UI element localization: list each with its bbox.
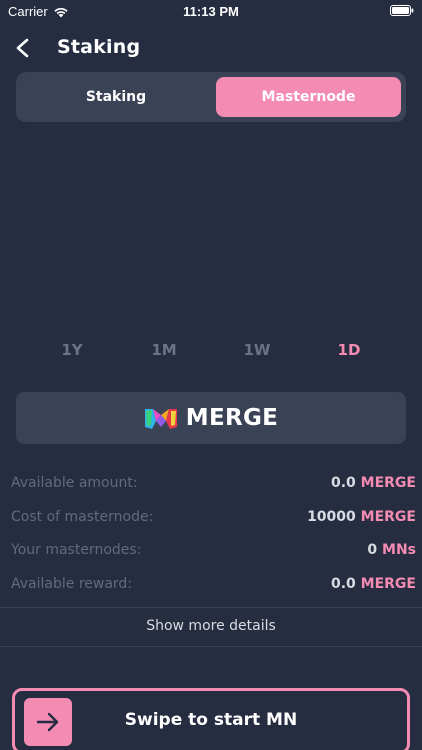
detail-amount: 0 [367,542,378,558]
segmented-control: Staking Masternode [16,72,406,122]
detail-unit: MERGE [360,509,416,525]
detail-value: 0 MNs [367,542,416,558]
range-1d[interactable]: 1D [329,341,369,359]
merge-logo-icon [144,409,177,429]
detail-unit: MERGE [360,475,416,491]
tab-staking[interactable]: Staking [22,77,210,117]
detail-row: Your masternodes: 0 MNs [0,540,422,564]
range-selector: 1Y 1M 1W 1D [0,341,422,365]
detail-value: 10000 MERGE [307,509,416,525]
detail-label: Cost of masternode: [11,509,154,525]
divider [0,646,422,647]
range-1w[interactable]: 1W [237,341,277,359]
swipe-label: Swipe to start MN [124,710,298,730]
chevron-left-icon[interactable] [14,38,32,58]
page-title: Staking [57,36,141,58]
range-1y[interactable]: 1Y [52,341,92,359]
range-1m[interactable]: 1M [144,341,184,359]
token-card[interactable]: MERGE [16,392,406,444]
detail-label: Available reward: [11,576,133,592]
detail-row: Available reward: 0.0 MERGE [0,574,422,598]
detail-amount: 0.0 [330,475,356,491]
detail-label: Available amount: [11,475,138,491]
tab-masternode[interactable]: Masternode [216,77,401,117]
show-more-details-button[interactable]: Show more details [0,618,422,634]
detail-amount: 10000 [307,509,356,525]
status-bar: Carrier 11:13 PM [0,0,422,24]
detail-value: 0.0 MERGE [331,576,416,592]
battery-icon [390,5,414,16]
detail-row: Available amount: 0.0 MERGE [0,473,422,497]
swipe-to-start-slider[interactable]: Swipe to start MN [12,688,410,750]
detail-value: 0.0 MERGE [331,475,416,491]
clock: 11:13 PM [183,4,239,19]
divider [0,607,422,608]
nav-bar: Staking [0,30,422,66]
detail-unit: MNs [382,542,416,558]
detail-row: Cost of masternode: 10000 MERGE [0,507,422,531]
detail-unit: MERGE [360,576,416,592]
detail-amount: 0.0 [330,576,356,592]
chart-area [16,128,406,328]
detail-label: Your masternodes: [11,542,142,558]
token-name: MERGE [185,405,279,431]
